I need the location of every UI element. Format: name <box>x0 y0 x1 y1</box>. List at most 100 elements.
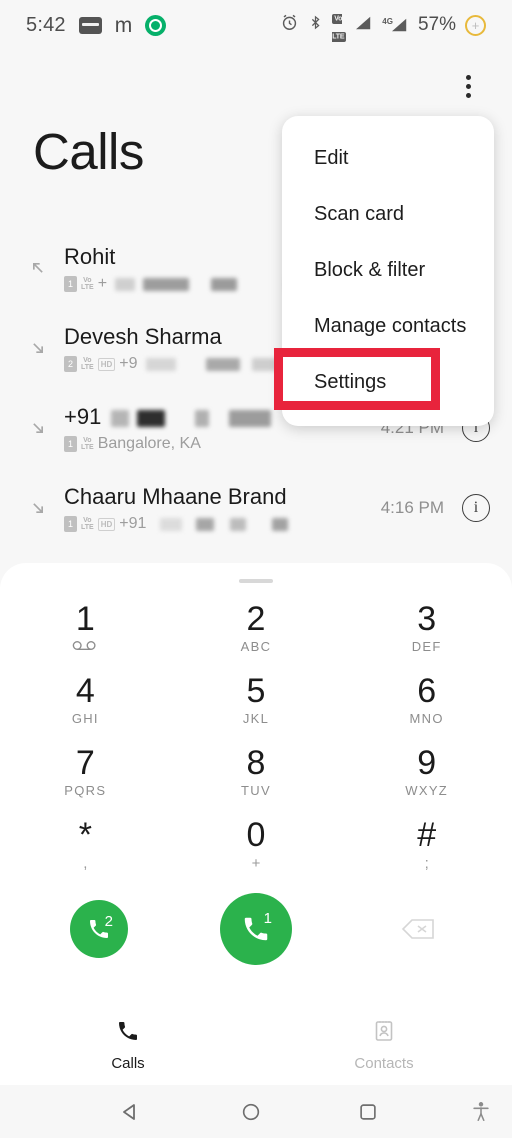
volte-sim-icon: Vo LTE <box>332 7 347 43</box>
call-sim2-button[interactable]: 2 <box>70 900 128 958</box>
menu-item-scan-card[interactable]: Scan card <box>282 186 494 242</box>
nav-recents-icon[interactable] <box>357 1101 379 1123</box>
phone-number-text: + <box>97 275 108 292</box>
nav-back-icon[interactable] <box>118 1100 142 1124</box>
dialpad-key-4-digit: 4 <box>75 672 95 710</box>
nav-home-icon[interactable] <box>240 1101 262 1123</box>
phone-icon <box>116 1019 140 1048</box>
status-bar: 5:42 m Vo LTE 4G 57% + <box>0 0 512 50</box>
volte-badge: Vo LTE <box>81 357 94 371</box>
call-details-button[interactable]: i <box>462 494 490 522</box>
call-made-icon <box>24 258 52 278</box>
sim-badge: 1 <box>64 516 77 532</box>
dialpad-key-3-letters: DEF <box>411 639 442 654</box>
volte-top-label: Vo <box>334 15 343 22</box>
system-nav-bar <box>0 1085 512 1138</box>
dialpad-key-1[interactable]: 1 <box>0 591 171 663</box>
contacts-icon <box>372 1019 396 1048</box>
menu-item-edit[interactable]: Edit <box>282 130 494 186</box>
drag-handle-icon[interactable] <box>239 579 273 583</box>
dialpad-key-7-digit: 7 <box>75 744 95 782</box>
dialpad-key-9-letters: WXYZ <box>405 783 449 798</box>
dialpad-key-3-digit: 3 <box>417 600 437 638</box>
phone-number-text: +9 <box>119 355 138 372</box>
dialpad-key-hash-digit: # <box>417 816 437 854</box>
dialpad-key-9-digit: 9 <box>417 744 437 782</box>
accessibility-icon[interactable] <box>470 1100 492 1124</box>
tab-contacts[interactable]: Contacts <box>256 1005 512 1085</box>
sim-badge: 1 <box>64 276 77 292</box>
dialpad-key-2[interactable]: 2 ABC <box>171 591 342 663</box>
contact-name-text: +91 <box>64 404 102 429</box>
menu-item-block-filter[interactable]: Block & filter <box>282 242 494 298</box>
hd-badge: HD <box>97 357 116 371</box>
redacted-number <box>230 517 247 531</box>
redacted-number <box>272 517 289 531</box>
dialpad-key-4-letters: GHI <box>71 711 99 726</box>
sim-badge: 2 <box>64 356 77 372</box>
dialpad-key-6[interactable]: 6 MNO <box>341 663 512 735</box>
backspace-icon[interactable] <box>396 914 440 944</box>
bluetooth-icon <box>308 13 323 37</box>
dialpad-key-6-letters: MNO <box>409 711 444 726</box>
dialpad-key-7[interactable]: 7 PQRS <box>0 735 171 807</box>
dialpad-key-8[interactable]: 8 TUV <box>171 735 342 807</box>
redacted-number <box>196 517 215 531</box>
settings-highlight-box <box>274 348 440 410</box>
dialpad-key-0-digit: 0 <box>246 816 266 854</box>
call-sim1-button[interactable]: 1 <box>220 893 292 965</box>
tab-contacts-label: Contacts <box>354 1054 414 1072</box>
call-received-icon <box>24 418 52 438</box>
tab-calls[interactable]: Calls <box>0 1005 256 1085</box>
dialpad-key-5-digit: 5 <box>246 672 266 710</box>
hd-badge: HD <box>97 517 116 531</box>
dialpad-key-4[interactable]: 4 GHI <box>0 663 171 735</box>
table-row[interactable]: Chaaru Mhaane Brand 1 Vo LTE HD +91 4:16 … <box>0 468 512 548</box>
dialpad-key-9[interactable]: 9 WXYZ <box>341 735 512 807</box>
redacted-number <box>205 357 240 371</box>
call-time: 4:16 PM <box>380 498 444 517</box>
redacted-number <box>136 409 165 427</box>
more-dot-2 <box>465 83 471 89</box>
menu-item-manage-contacts[interactable]: Manage contacts <box>282 298 494 354</box>
volte-badge: Vo LTE <box>81 437 94 451</box>
phone-screen: 5:42 m Vo LTE 4G 57% + Calls Rohit 1 Vo … <box>0 0 512 1138</box>
page-title: Calls <box>33 123 144 180</box>
dialpad-key-star[interactable]: * , <box>0 807 171 879</box>
redacted-number <box>145 357 176 371</box>
dialpad-key-6-digit: 6 <box>417 672 437 710</box>
dialpad-key-3[interactable]: 3 DEF <box>341 591 512 663</box>
dialpad-key-2-digit: 2 <box>246 600 266 638</box>
dialpad-key-star-symbol: , <box>83 855 88 872</box>
more-dot-1 <box>465 74 471 80</box>
redacted-number <box>194 409 209 427</box>
location-text: Bangalore, KA <box>97 435 201 452</box>
dialpad-key-5-letters: JKL <box>242 711 270 726</box>
wallet-icon <box>78 16 102 34</box>
row-content: Chaaru Mhaane Brand 1 Vo LTE HD +91 <box>52 483 381 533</box>
redacted-number <box>143 277 190 291</box>
more-vert-icon[interactable] <box>444 62 492 110</box>
dialpad-key-8-letters: TUV <box>241 783 271 798</box>
dialpad-key-8-digit: 8 <box>246 744 266 782</box>
dialpad-key-hash-symbol: ; <box>424 855 429 872</box>
contact-name: Chaaru Mhaane Brand <box>64 484 287 509</box>
signal-4g-sim2-icon: 4G <box>382 17 409 33</box>
tab-calls-label: Calls <box>111 1054 145 1072</box>
volte-badge: Vo LTE <box>81 277 94 291</box>
dialpad-key-hash[interactable]: # ; <box>341 807 512 879</box>
dialpad-key-0[interactable]: 0 + <box>171 807 342 879</box>
dialpad-key-star-digit: * <box>78 816 92 854</box>
dialpad-key-5[interactable]: 5 JKL <box>171 663 342 735</box>
call-received-icon <box>24 498 52 518</box>
green-circle-icon <box>144 14 166 36</box>
row-subtitle: 1 Vo LTE HD +91 <box>64 515 381 533</box>
dialpad-key-1-digit: 1 <box>75 600 95 638</box>
status-time: 5:42 <box>26 13 66 36</box>
redacted-number <box>111 409 130 427</box>
status-bar-right: Vo LTE 4G 57% + <box>280 7 486 43</box>
battery-percent-label: 57% <box>417 14 456 35</box>
redacted-number <box>228 409 271 427</box>
row-subtitle: 1 Vo LTE Bangalore, KA <box>64 435 381 453</box>
call-actions-row: 2 1 <box>0 889 512 969</box>
